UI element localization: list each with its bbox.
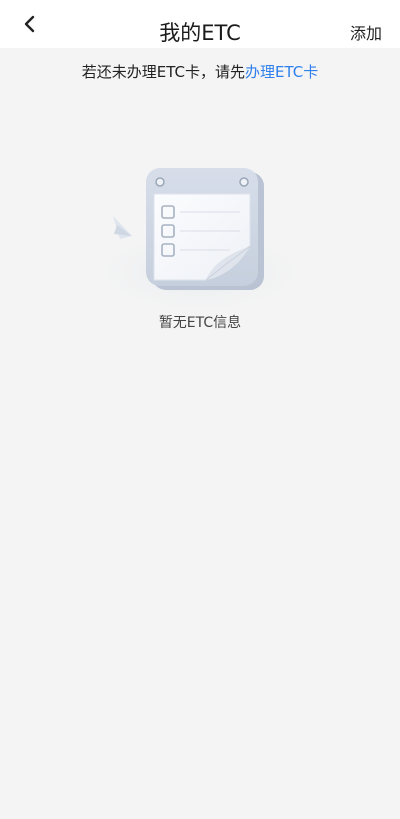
page-title: 我的ETC bbox=[159, 21, 241, 45]
back-button[interactable] bbox=[10, 9, 50, 39]
empty-state-message: 暂无ETC信息 bbox=[158, 315, 242, 331]
empty-document-illustration bbox=[82, 168, 318, 318]
notice-text: 若还未办理ETC卡，请先办理ETC卡 bbox=[0, 60, 400, 84]
notice-prefix: 若还未办理ETC卡，请先 bbox=[81, 63, 245, 81]
add-button[interactable]: 添加 bbox=[350, 0, 382, 48]
apply-etc-link[interactable]: 办理ETC卡 bbox=[245, 63, 318, 81]
top-navigation-bar: 我的ETC 添加 bbox=[0, 0, 400, 48]
chevron-left-icon bbox=[24, 15, 35, 33]
